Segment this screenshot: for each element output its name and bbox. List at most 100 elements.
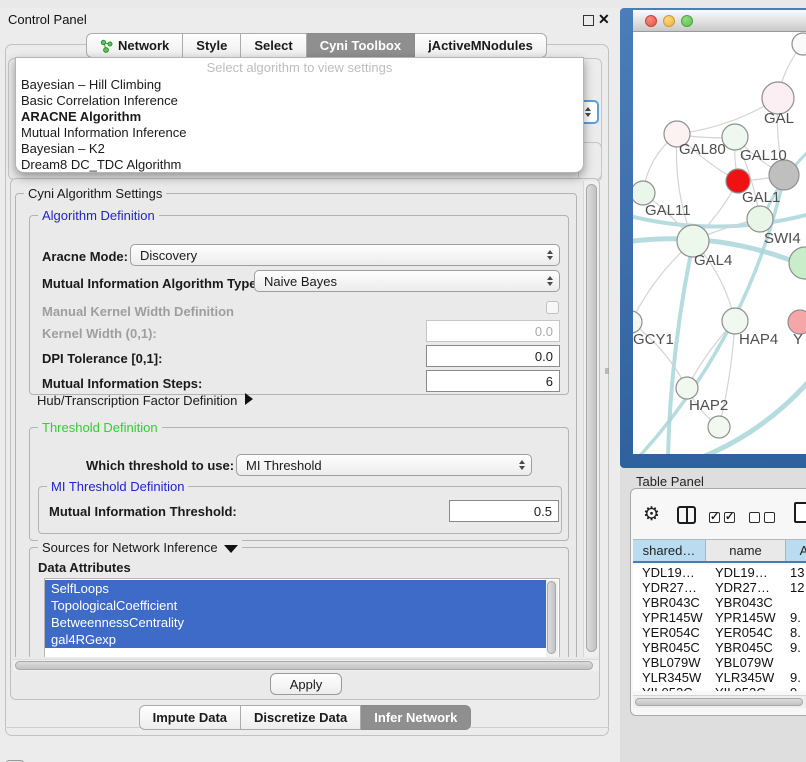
aracne-mode-select[interactable]: Discovery	[130, 244, 560, 266]
which-threshold-select[interactable]: MI Threshold	[236, 454, 532, 476]
table-cell: YBR045C	[633, 640, 706, 655]
data-attributes-label: Data Attributes	[38, 560, 131, 575]
table-cell: YBR043C	[633, 595, 706, 610]
algorithm-dropdown-popup: Select algorithm to view settings Bayesi…	[15, 57, 584, 173]
algorithm-option-basic-correlation-inference[interactable]: Basic Correlation Inference	[19, 93, 580, 109]
attribute-item-selfloops[interactable]: SelfLoops	[45, 580, 546, 597]
which-threshold-label: Which threshold to use:	[86, 458, 234, 473]
network-edge-thick[interactable]	[668, 243, 693, 454]
apply-label: Apply	[290, 677, 323, 692]
table-row[interactable]: YBR043CYBR043C	[633, 595, 806, 610]
mi-steps-value: 6	[546, 374, 553, 389]
tab-label: Style	[196, 38, 227, 53]
tab-style[interactable]: Style	[183, 33, 241, 58]
tab-jactivemnodules[interactable]: jActiveMNodules	[415, 33, 547, 58]
columns-icon[interactable]	[677, 506, 696, 524]
settings-horizontal-scrollbar[interactable]	[13, 659, 599, 671]
table-row[interactable]: YDL19…YDL19…13	[633, 565, 806, 580]
deselect-all-columns-icon[interactable]	[749, 512, 775, 523]
network-node-swi4[interactable]	[747, 206, 773, 232]
dpi-tolerance-field[interactable]: 0.0	[426, 345, 560, 367]
manual-kernel-label: Manual Kernel Width Definition	[42, 304, 234, 319]
table-cell: YBR043C	[706, 595, 786, 610]
list-scrollbar[interactable]	[546, 580, 558, 657]
tab-cyni-toolbox[interactable]: Cyni Toolbox	[307, 33, 415, 58]
algorithm-option-bayesian-k2[interactable]: Bayesian – K2	[19, 141, 580, 157]
tab-infer-network[interactable]: Infer Network	[361, 705, 471, 730]
table-row[interactable]: YIL052CYIL052C9	[633, 685, 806, 691]
network-canvas[interactable]: GALGAL80GAL10GAL1GAL11SWI4GAL4GCY1HAP4YH…	[633, 32, 806, 454]
hub-definition-label: Hub/Transcription Factor Definition	[37, 393, 237, 408]
settings-viewport: Cyni Algorithm Settings Algorithm Defini…	[13, 181, 581, 657]
control-panel: Control Panel ✕ NetworkStyleSelectCyni T…	[0, 8, 622, 762]
tab-impute-data[interactable]: Impute Data	[139, 705, 241, 730]
tab-network[interactable]: Network	[86, 33, 183, 58]
kernel-width-field: 0.0	[426, 320, 560, 342]
threshold-definition-group: Threshold Definition Which threshold to …	[29, 427, 569, 541]
table-row[interactable]: YPR145WYPR145W9.	[633, 610, 806, 625]
table-row[interactable]: YBL079WYBL079W	[633, 655, 806, 670]
table-body: YDL19…YDL19…13YDR27…YDR27…12YBR043CYBR04…	[633, 565, 806, 691]
node-label-gal80: GAL80	[679, 141, 726, 158]
algorithm-option-dream8-dc-tdc-algorithm[interactable]: Dream8 DC_TDC Algorithm	[19, 157, 580, 173]
mi-steps-field[interactable]: 6	[426, 370, 560, 392]
document-icon[interactable]	[794, 502, 806, 523]
table-row[interactable]: YBR045CYBR045C9.	[633, 640, 806, 655]
which-threshold-value: MI Threshold	[246, 458, 322, 473]
group-title: Cyni Algorithm Settings	[24, 186, 166, 201]
column-header-name[interactable]: name	[706, 540, 786, 561]
tab-discretize-data[interactable]: Discretize Data	[241, 705, 361, 730]
tab-select[interactable]: Select	[241, 33, 306, 58]
apply-button[interactable]: Apply	[270, 673, 342, 695]
mi-threshold-field[interactable]: 0.5	[449, 500, 559, 522]
table-cell: YPR145W	[706, 610, 786, 625]
attribute-item-topologicalcoefficient[interactable]: TopologicalCoefficient	[45, 597, 546, 614]
attribute-item-betweennesscentrality[interactable]: BetweennessCentrality	[45, 614, 546, 631]
float-panel-icon[interactable]	[583, 15, 594, 26]
close-panel-icon[interactable]: ✕	[598, 11, 610, 28]
network-node[interactable]	[792, 33, 806, 55]
algorithm-option-bayesian-hill-climbing[interactable]: Bayesian – Hill Climbing	[19, 77, 580, 93]
dropdown-option-list: Bayesian – Hill ClimbingBasic Correlatio…	[19, 77, 580, 173]
tab-label: Impute Data	[153, 710, 227, 725]
column-header-a[interactable]: A	[786, 540, 806, 561]
algorithm-option-aracne-algorithm[interactable]: ARACNE Algorithm	[19, 109, 580, 125]
data-attributes-list[interactable]: SelfLoopsTopologicalCoefficientBetweenne…	[44, 578, 560, 657]
node-label-y: Y	[793, 331, 803, 348]
gear-icon[interactable]: ⚙	[643, 505, 660, 524]
select-all-columns-icon[interactable]	[709, 512, 735, 523]
mi-algorithm-type-select[interactable]: Naive Bayes	[254, 270, 560, 292]
splitter-handle[interactable]	[605, 368, 609, 374]
table-row[interactable]: YDR27…YDR27…12	[633, 580, 806, 595]
network-window-titlebar[interactable]	[633, 10, 806, 32]
tab-label: Network	[118, 38, 169, 53]
table-row[interactable]: YER054CYER054C8.	[633, 625, 806, 640]
table-cell: YIL052C	[633, 685, 706, 691]
table-horizontal-scrollbar[interactable]	[633, 695, 806, 708]
collapse-arrow-icon[interactable]	[224, 545, 238, 553]
network-node-hap2[interactable]	[676, 377, 698, 399]
table-cell: YBL079W	[706, 655, 786, 670]
table-cell: YBR045C	[706, 640, 786, 655]
aracne-mode-value: Discovery	[140, 248, 197, 263]
node-label-hap2: HAP2	[689, 397, 728, 414]
table-row[interactable]: YLR345WYLR345W9.	[633, 670, 806, 685]
algorithm-option-mutual-information-inference[interactable]: Mutual Information Inference	[19, 125, 580, 141]
table-cell: YDR27…	[706, 580, 786, 595]
hub-definition-expander[interactable]: Hub/Transcription Factor Definition	[37, 393, 253, 408]
window-zoom-button[interactable]	[681, 15, 693, 27]
mi-steps-label: Mutual Information Steps:	[42, 376, 202, 391]
network-node[interactable]	[708, 416, 730, 438]
mi-threshold-label: Mutual Information Threshold:	[49, 504, 237, 519]
attribute-item-gal4rgexp[interactable]: gal4RGexp	[45, 631, 546, 648]
column-header-shared[interactable]: shared…	[633, 540, 706, 561]
table-panel-title: Table Panel	[636, 474, 704, 489]
expand-arrow-icon[interactable]	[245, 393, 253, 405]
window-minimize-button[interactable]	[663, 15, 675, 27]
settings-vertical-scrollbar[interactable]	[583, 181, 599, 657]
network-node[interactable]	[769, 160, 799, 190]
network-node[interactable]	[789, 247, 806, 279]
window-close-button[interactable]	[645, 15, 657, 27]
sources-collapser[interactable]: Sources for Network Inference	[38, 540, 242, 555]
algorithm-definition-group: Algorithm Definition Aracne Mode: Discov…	[29, 215, 569, 395]
